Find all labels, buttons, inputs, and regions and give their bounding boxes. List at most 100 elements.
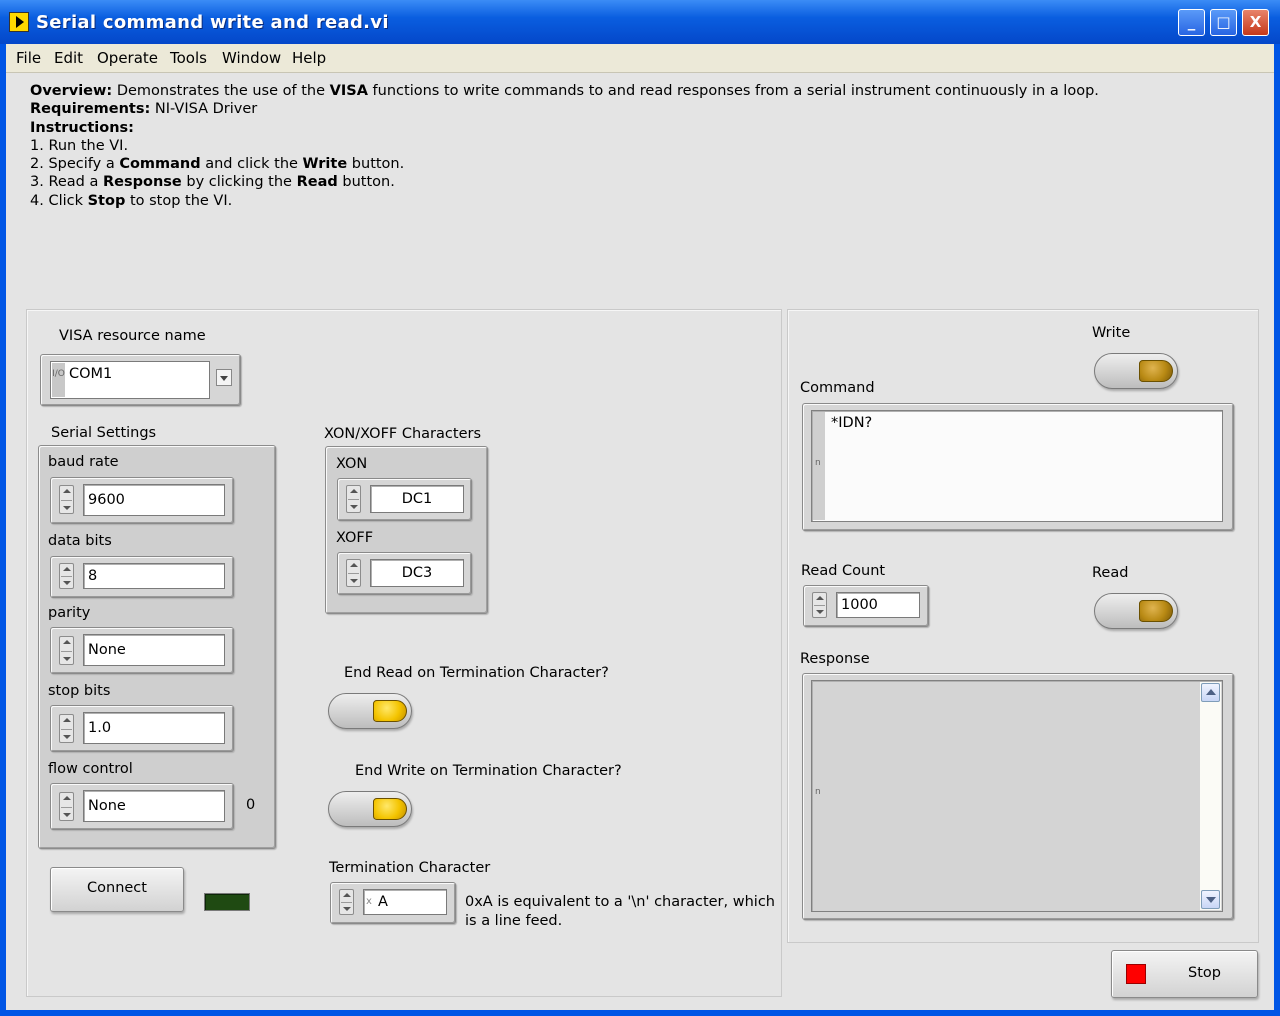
normal-display-indicator: n: [815, 458, 821, 468]
xoff-label: XOFF: [336, 530, 374, 546]
window-title: Serial command write and read.vi: [36, 12, 389, 33]
down-arrow-icon: [816, 610, 824, 614]
menu-edit[interactable]: Edit: [54, 49, 83, 67]
command-control: n *IDN?: [802, 403, 1234, 531]
parity-label: parity: [48, 605, 91, 621]
menu-file[interactable]: File: [16, 49, 41, 67]
command-value: *IDN?: [831, 415, 873, 431]
baud-rate-spinner[interactable]: [59, 485, 74, 514]
xoff-spinner[interactable]: [346, 559, 361, 587]
data-bits-control: 8: [50, 556, 234, 598]
xoff-control: DC3: [337, 552, 472, 595]
down-arrow-icon: [350, 579, 358, 583]
stop-button[interactable]: Stop: [1111, 950, 1258, 998]
response-control: n: [802, 673, 1234, 920]
menu-operate[interactable]: Operate: [97, 49, 158, 67]
read-count-spinner[interactable]: [812, 592, 827, 618]
menu-tools[interactable]: Tools: [170, 49, 207, 67]
visa-resource-field[interactable]: I/O COM1: [50, 361, 210, 399]
scroll-up-button[interactable]: [1201, 683, 1220, 702]
requirements-line: Requirements: NI-VISA Driver: [30, 101, 258, 118]
baud-rate-input[interactable]: 9600: [83, 484, 225, 516]
termination-spinner[interactable]: [339, 889, 354, 915]
display-style-bar: n: [813, 412, 825, 520]
read-label: Read: [1092, 565, 1129, 581]
response-label: Response: [800, 651, 870, 667]
termination-input[interactable]: x A: [363, 889, 447, 915]
visa-dropdown-button[interactable]: [216, 369, 232, 386]
xon-input[interactable]: DC1: [370, 485, 464, 513]
xon-spinner[interactable]: [346, 485, 361, 513]
flow-control-spinner[interactable]: [59, 792, 74, 821]
hex-radix-indicator: x: [366, 896, 372, 907]
instructions-heading: Instructions:: [30, 119, 134, 136]
down-arrow-icon: [63, 581, 71, 585]
read-count-input[interactable]: 1000: [836, 592, 920, 618]
termination-value: A: [378, 894, 388, 910]
menu-bar: File Edit Operate Tools Window Help: [6, 44, 1274, 73]
minimize-button[interactable]: _: [1178, 9, 1205, 36]
visa-resource-control: I/O COM1: [40, 354, 241, 406]
up-arrow-icon: [350, 489, 358, 493]
write-button[interactable]: [1094, 353, 1178, 389]
flow-control-label: flow control: [48, 761, 133, 777]
xon-xoff-label: XON/XOFF Characters: [324, 426, 482, 442]
flow-control-input[interactable]: None: [83, 790, 225, 822]
up-arrow-icon: [343, 893, 351, 897]
title-bar[interactable]: Serial command write and read.vi _ □ X: [0, 0, 1280, 44]
xoff-input[interactable]: DC3: [370, 559, 464, 587]
command-input[interactable]: n *IDN?: [811, 410, 1223, 522]
stop-bits-spinner[interactable]: [59, 714, 74, 743]
stop-label: Stop: [1188, 965, 1221, 981]
connect-button[interactable]: Connect: [50, 867, 184, 912]
baud-rate-label: baud rate: [48, 454, 119, 470]
down-arrow-icon: [63, 506, 71, 510]
led-indicator: [373, 798, 407, 820]
flow-control-control: None: [50, 783, 234, 830]
parity-input[interactable]: None: [83, 634, 225, 666]
description-text: Overview: Demonstrates the use of the VI…: [30, 82, 1099, 210]
maximize-icon: □: [1216, 13, 1231, 31]
flow-control-index: 0: [246, 797, 256, 813]
data-bits-spinner[interactable]: [59, 563, 74, 589]
end-read-toggle[interactable]: [328, 693, 412, 729]
application-window: Serial command write and read.vi _ □ X F…: [0, 0, 1280, 1016]
visa-resource-value: COM1: [69, 366, 113, 382]
close-icon: X: [1249, 13, 1262, 31]
led-indicator: [373, 700, 407, 722]
connect-status-led: [204, 893, 250, 911]
scroll-down-button[interactable]: [1201, 890, 1220, 909]
down-arrow-icon: [63, 735, 71, 739]
down-arrow-icon: [63, 813, 71, 817]
up-arrow-icon: [63, 640, 71, 644]
instruction-step-4: 4. Click Stop to stop the VI.: [30, 192, 233, 209]
parity-control: None: [50, 627, 234, 674]
stop-icon: [1126, 964, 1146, 984]
menu-help[interactable]: Help: [292, 49, 326, 67]
chevron-down-icon: [1206, 897, 1216, 903]
io-icon: I/O: [52, 363, 65, 397]
response-display[interactable]: n: [811, 680, 1223, 912]
write-label: Write: [1092, 325, 1131, 341]
data-bits-input[interactable]: 8: [83, 563, 225, 589]
visa-resource-label: VISA resource name: [59, 328, 206, 344]
stop-bits-control: 1.0: [50, 705, 234, 752]
parity-spinner[interactable]: [59, 636, 74, 665]
instruction-step-2: 2. Specify a Command and click the Write…: [30, 156, 405, 173]
maximize-button[interactable]: □: [1210, 9, 1237, 36]
end-write-toggle[interactable]: [328, 791, 412, 827]
read-count-label: Read Count: [801, 563, 886, 579]
close-button[interactable]: X: [1242, 9, 1269, 36]
minimize-icon: _: [1187, 13, 1196, 31]
stop-bits-input[interactable]: 1.0: [83, 712, 225, 744]
response-scrollbar[interactable]: [1200, 682, 1221, 910]
read-count-control: 1000: [803, 585, 929, 627]
down-arrow-icon: [63, 657, 71, 661]
normal-display-indicator: n: [815, 787, 821, 797]
read-button[interactable]: [1094, 593, 1178, 629]
stop-bits-label: stop bits: [48, 683, 111, 699]
termination-character-label: Termination Character: [329, 860, 491, 876]
xon-control: DC1: [337, 478, 472, 521]
down-arrow-icon: [350, 505, 358, 509]
menu-window[interactable]: Window: [222, 49, 281, 67]
